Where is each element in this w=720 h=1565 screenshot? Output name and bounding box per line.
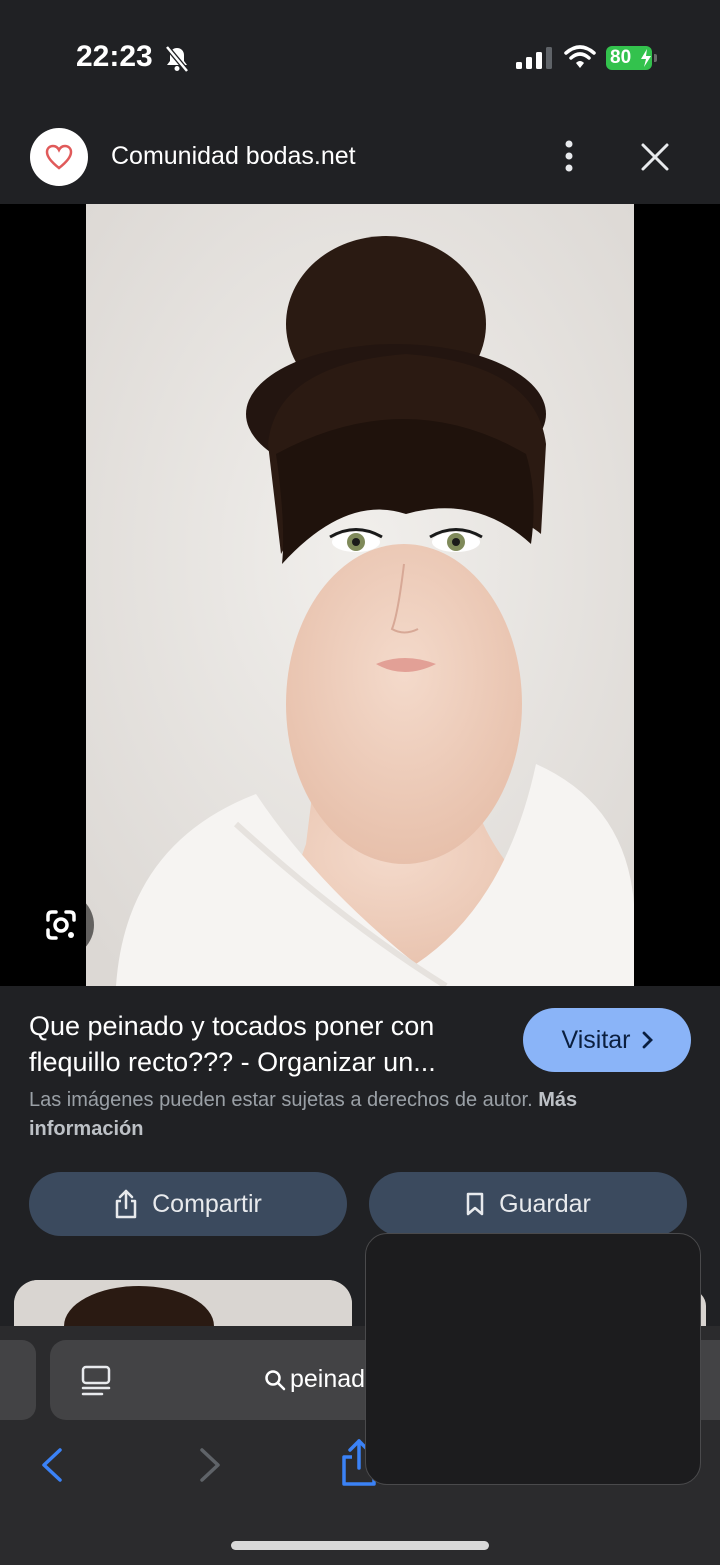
image-viewer[interactable]	[0, 204, 720, 986]
close-icon[interactable]	[640, 142, 670, 172]
status-time: 22:23	[76, 40, 153, 73]
battery-level: 80	[610, 47, 632, 68]
search-icon	[265, 1369, 286, 1390]
wifi-icon	[564, 45, 596, 68]
chevron-right-icon	[642, 1031, 653, 1049]
heart-icon	[45, 144, 73, 170]
back-arrow-icon[interactable]	[38, 1446, 66, 1484]
previous-tab[interactable]	[0, 1340, 36, 1420]
battery-charging-icon: 80	[606, 46, 658, 70]
signal-icon	[516, 47, 552, 69]
page-header: Comunidad bodas.net	[0, 110, 720, 204]
copyright-notice: Las imágenes pueden estar sujetas a dere…	[29, 1086, 669, 1144]
share-label: Compartir	[152, 1189, 262, 1218]
copyright-text: Las imágenes pueden estar sujetas a dere…	[29, 1089, 533, 1111]
home-indicator[interactable]	[231, 1541, 489, 1550]
overlay-popup	[365, 1233, 701, 1485]
forward-arrow-icon[interactable]	[196, 1446, 224, 1484]
bookmark-icon	[466, 1192, 484, 1216]
share-button[interactable]: Compartir	[29, 1172, 347, 1236]
google-lens-button[interactable]	[28, 892, 94, 958]
result-title[interactable]: Que peinado y tocados poner con flequill…	[29, 1008, 509, 1080]
bride-portrait-image[interactable]	[86, 204, 634, 986]
status-bar: 22:23 80	[0, 0, 720, 110]
save-label: Guardar	[499, 1189, 591, 1218]
reader-mode-icon[interactable]	[80, 1364, 112, 1398]
site-title[interactable]: Comunidad bodas.net	[111, 142, 356, 171]
bell-off-icon	[165, 45, 189, 73]
visit-label: Visitar	[561, 1025, 631, 1054]
site-logo[interactable]	[30, 128, 88, 186]
more-vert-icon[interactable]	[556, 138, 582, 174]
save-button[interactable]: Guardar	[369, 1172, 687, 1236]
google-lens-icon	[46, 910, 76, 940]
share-icon	[115, 1189, 137, 1219]
visit-button[interactable]: Visitar	[523, 1008, 691, 1072]
